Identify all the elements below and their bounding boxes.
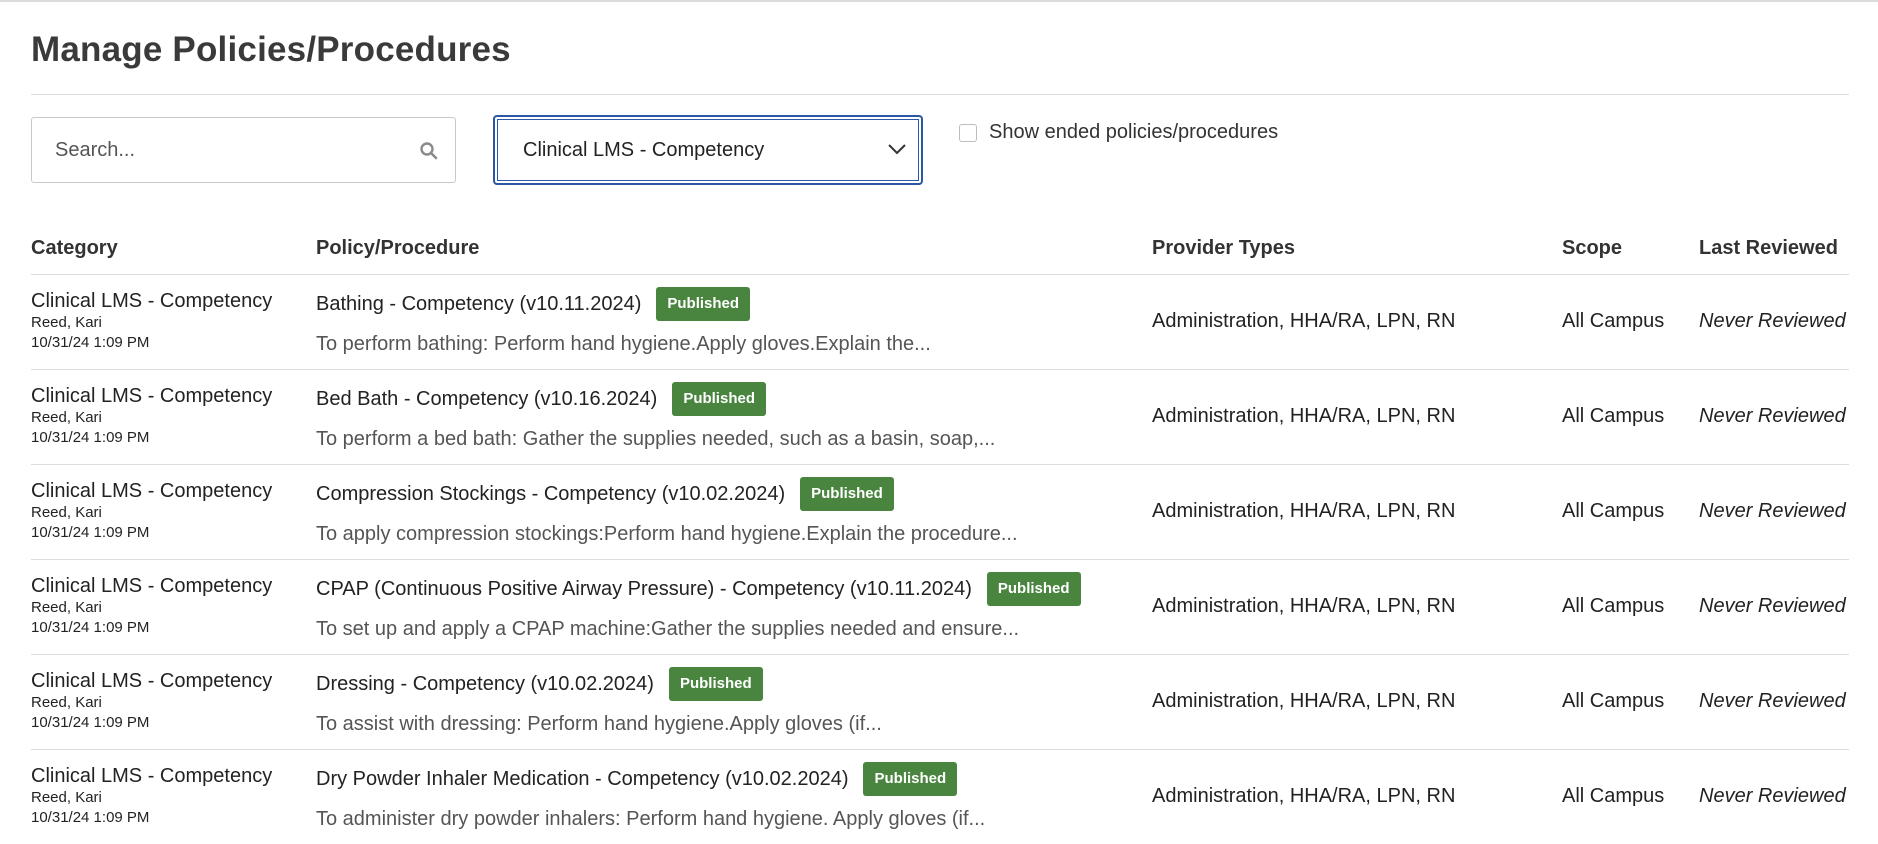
provider-types-cell: Administration, HHA/RA, LPN, RN — [1152, 405, 1456, 427]
status-badge: Published — [656, 287, 751, 321]
last-reviewed-cell: Never Reviewed — [1699, 785, 1846, 807]
policy-title-link[interactable]: Compression Stockings - Competency (v10.… — [316, 483, 785, 506]
policy-description: To perform bathing: Perform hand hygiene… — [316, 333, 931, 355]
policies-page: Manage Policies/Procedures Clinical LMS … — [0, 0, 1878, 844]
policy-title-line: Dry Powder Inhaler Medication - Competen… — [316, 762, 958, 796]
last-reviewed-cell: Never Reviewed — [1699, 595, 1846, 617]
column-header-scope[interactable]: Scope — [1562, 237, 1622, 260]
search-icon[interactable] — [419, 141, 439, 161]
row-author: Reed, Kari — [31, 694, 102, 711]
show-ended-checkbox[interactable] — [959, 123, 977, 142]
row-date: 10/31/24 1:09 PM — [31, 429, 150, 446]
policy-title-link[interactable]: Bed Bath - Competency (v10.16.2024) — [316, 388, 657, 411]
policy-title-link[interactable]: Bathing - Competency (v10.11.2024) — [316, 293, 641, 316]
scope-cell: All Campus — [1562, 500, 1665, 522]
row-date: 10/31/24 1:09 PM — [31, 619, 150, 636]
row-author: Reed, Kari — [31, 409, 102, 426]
policy-title-line: Compression Stockings - Competency (v10.… — [316, 477, 894, 511]
policy-title-line: Dressing - Competency (v10.02.2024) Publ… — [316, 667, 763, 701]
chevron-down-icon — [888, 144, 906, 155]
last-reviewed-cell: Never Reviewed — [1699, 310, 1846, 332]
policy-title-line: Bathing - Competency (v10.11.2024) Publi… — [316, 287, 751, 321]
last-reviewed-cell: Never Reviewed — [1699, 405, 1846, 427]
policies-table: Category Policy/Procedure Provider Types… — [31, 227, 1849, 844]
column-header-category[interactable]: Category — [31, 237, 118, 260]
row-date: 10/31/24 1:09 PM — [31, 334, 150, 351]
row-category: Clinical LMS - Competency — [31, 575, 273, 597]
column-header-provider-types[interactable]: Provider Types — [1152, 237, 1295, 260]
row-category: Clinical LMS - Competency — [31, 290, 273, 312]
row-date: 10/31/24 1:09 PM — [31, 809, 150, 826]
column-header-last-reviewed[interactable]: Last Reviewed — [1699, 237, 1838, 260]
scope-cell: All Campus — [1562, 595, 1665, 617]
table-row[interactable]: Clinical LMS - Competency Reed, Kari 10/… — [31, 655, 1849, 750]
row-author: Reed, Kari — [31, 599, 102, 616]
policy-description: To assist with dressing: Perform hand hy… — [316, 713, 882, 735]
provider-types-cell: Administration, HHA/RA, LPN, RN — [1152, 310, 1456, 332]
row-author: Reed, Kari — [31, 504, 102, 521]
row-author: Reed, Kari — [31, 314, 102, 331]
provider-types-cell: Administration, HHA/RA, LPN, RN — [1152, 500, 1456, 522]
row-category: Clinical LMS - Competency — [31, 480, 273, 502]
policy-description: To perform a bed bath: Gather the suppli… — [316, 428, 996, 450]
show-ended-label[interactable]: Show ended policies/procedures — [989, 121, 1278, 144]
policy-description: To apply compression stockings:Perform h… — [316, 523, 1018, 545]
column-header-policy[interactable]: Policy/Procedure — [316, 237, 479, 260]
policy-title-link[interactable]: CPAP (Continuous Positive Airway Pressur… — [316, 578, 972, 601]
category-select-value: Clinical LMS - Competency — [523, 138, 765, 161]
category-select[interactable]: Clinical LMS - Competency — [493, 115, 923, 185]
row-category: Clinical LMS - Competency — [31, 385, 273, 407]
policy-description: To set up and apply a CPAP machine:Gathe… — [316, 618, 1020, 640]
status-badge: Published — [863, 762, 958, 796]
show-ended-toggle[interactable]: Show ended policies/procedures — [959, 121, 1278, 144]
search-box[interactable] — [31, 117, 456, 183]
row-category: Clinical LMS - Competency — [31, 670, 273, 692]
scope-cell: All Campus — [1562, 785, 1665, 807]
last-reviewed-cell: Never Reviewed — [1699, 690, 1846, 712]
row-category: Clinical LMS - Competency — [31, 765, 273, 787]
scope-cell: All Campus — [1562, 310, 1665, 332]
status-badge: Published — [800, 477, 894, 511]
table-row[interactable]: Clinical LMS - Competency Reed, Kari 10/… — [31, 275, 1849, 370]
provider-types-cell: Administration, HHA/RA, LPN, RN — [1152, 595, 1456, 617]
provider-types-cell: Administration, HHA/RA, LPN, RN — [1152, 785, 1456, 807]
page-title: Manage Policies/Procedures — [31, 30, 511, 69]
scope-cell: All Campus — [1562, 690, 1665, 712]
status-badge: Published — [986, 572, 1081, 606]
last-reviewed-cell: Never Reviewed — [1699, 500, 1846, 522]
row-date: 10/31/24 1:09 PM — [31, 524, 150, 541]
status-badge: Published — [672, 382, 766, 416]
search-input[interactable] — [53, 129, 387, 171]
table-row[interactable]: Clinical LMS - Competency Reed, Kari 10/… — [31, 750, 1849, 844]
policy-title-line: Bed Bath - Competency (v10.16.2024) Publ… — [316, 382, 766, 416]
table-row[interactable]: Clinical LMS - Competency Reed, Kari 10/… — [31, 465, 1849, 560]
policy-title-link[interactable]: Dressing - Competency (v10.02.2024) — [316, 673, 654, 696]
title-divider — [31, 94, 1849, 95]
table-row[interactable]: Clinical LMS - Competency Reed, Kari 10/… — [31, 370, 1849, 465]
scope-cell: All Campus — [1562, 405, 1665, 427]
table-row[interactable]: Clinical LMS - Competency Reed, Kari 10/… — [31, 560, 1849, 655]
row-date: 10/31/24 1:09 PM — [31, 714, 150, 731]
table-header: Category Policy/Procedure Provider Types… — [31, 227, 1849, 275]
row-author: Reed, Kari — [31, 789, 102, 806]
policy-title-link[interactable]: Dry Powder Inhaler Medication - Competen… — [316, 768, 848, 791]
provider-types-cell: Administration, HHA/RA, LPN, RN — [1152, 690, 1456, 712]
policy-title-line: CPAP (Continuous Positive Airway Pressur… — [316, 572, 1081, 606]
status-badge: Published — [668, 667, 763, 701]
policy-description: To administer dry powder inhalers: Perfo… — [316, 808, 986, 830]
